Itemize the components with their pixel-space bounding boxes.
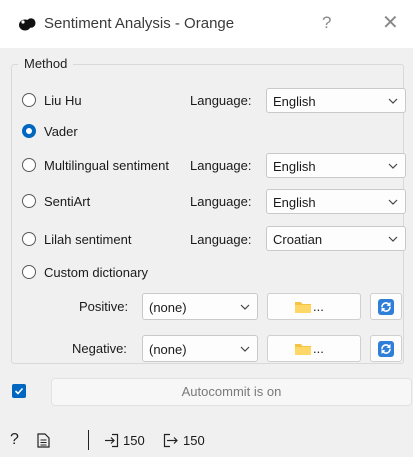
reload-icon: [378, 299, 394, 315]
positive-dictionary-select[interactable]: (none): [142, 293, 258, 320]
orange-widget-icon: [19, 18, 36, 31]
status-bar: ? 150 150: [0, 424, 413, 457]
select-value: (none): [149, 300, 187, 315]
select-value: English: [273, 195, 316, 210]
radio-vader[interactable]: Vader: [22, 121, 78, 141]
chevron-down-icon: [240, 304, 250, 310]
method-group-title: Method: [18, 56, 74, 71]
select-value: English: [273, 94, 316, 109]
chevron-down-icon: [388, 98, 398, 104]
negative-label: Negative:: [72, 341, 127, 356]
negative-dictionary-select[interactable]: (none): [142, 335, 258, 362]
help-button[interactable]: ?: [322, 13, 331, 33]
checkmark-icon: [14, 387, 24, 395]
radio-custom-dictionary[interactable]: Custom dictionary: [22, 262, 148, 282]
select-value: (none): [149, 342, 187, 357]
radio-button[interactable]: [22, 194, 36, 208]
radio-label: Vader: [44, 123, 78, 139]
radio-button[interactable]: [22, 265, 36, 279]
output-data-icon: [163, 433, 178, 448]
reload-icon: [378, 341, 394, 357]
select-value: English: [273, 159, 316, 174]
radio-label: Multilingual sentiment: [44, 157, 170, 173]
help-icon[interactable]: ?: [10, 431, 19, 449]
browse-label: ...: [313, 341, 324, 356]
input-count: 150: [123, 433, 145, 448]
positive-label: Positive:: [79, 299, 129, 314]
radio-label: SentiArt: [44, 193, 91, 209]
folder-icon: [295, 344, 311, 355]
folder-icon: [295, 302, 311, 313]
browse-label: ...: [313, 299, 324, 314]
radio-label: Liu Hu: [44, 92, 82, 108]
output-count: 150: [183, 433, 205, 448]
radio-label: Custom dictionary: [44, 264, 149, 280]
positive-browse-button[interactable]: ...: [267, 293, 361, 320]
status-separator: [88, 430, 89, 450]
chevron-down-icon: [388, 236, 398, 242]
multilingual-language-select[interactable]: English: [266, 153, 406, 178]
select-value: Croatian: [273, 232, 323, 247]
negative-browse-button[interactable]: ...: [267, 335, 361, 362]
radio-button[interactable]: [22, 124, 36, 138]
language-label: Language:: [190, 158, 252, 173]
input-data-icon: [105, 433, 119, 448]
language-label: Language:: [190, 93, 252, 108]
language-label: Language:: [190, 232, 252, 247]
radio-multilingual-sentiment[interactable]: Multilingual sentiment: [22, 155, 169, 175]
radio-lilah-sentiment[interactable]: Lilah sentiment: [22, 229, 131, 249]
title-bar: Sentiment Analysis - Orange ? ✕: [0, 0, 413, 48]
lilah-language-select[interactable]: Croatian: [266, 226, 406, 251]
positive-reload-button[interactable]: [370, 293, 402, 320]
chevron-down-icon: [240, 346, 250, 352]
chevron-down-icon: [388, 199, 398, 205]
radio-button[interactable]: [22, 232, 36, 246]
radio-label: Lilah sentiment: [44, 231, 132, 247]
radio-liu-hu[interactable]: Liu Hu: [22, 90, 82, 110]
window-title: Sentiment Analysis - Orange: [44, 15, 235, 32]
close-button[interactable]: ✕: [382, 10, 399, 35]
negative-reload-button[interactable]: [370, 335, 402, 362]
report-icon[interactable]: [37, 433, 50, 448]
radio-button[interactable]: [22, 93, 36, 107]
sentiart-language-select[interactable]: English: [266, 189, 406, 214]
liu-hu-language-select[interactable]: English: [266, 88, 406, 113]
autocommit-button[interactable]: Autocommit is on: [51, 378, 412, 406]
chevron-down-icon: [388, 163, 398, 169]
radio-button[interactable]: [22, 158, 36, 172]
autocommit-checkbox[interactable]: [12, 384, 26, 398]
radio-sentiart[interactable]: SentiArt: [22, 191, 90, 211]
language-label: Language:: [190, 194, 252, 209]
